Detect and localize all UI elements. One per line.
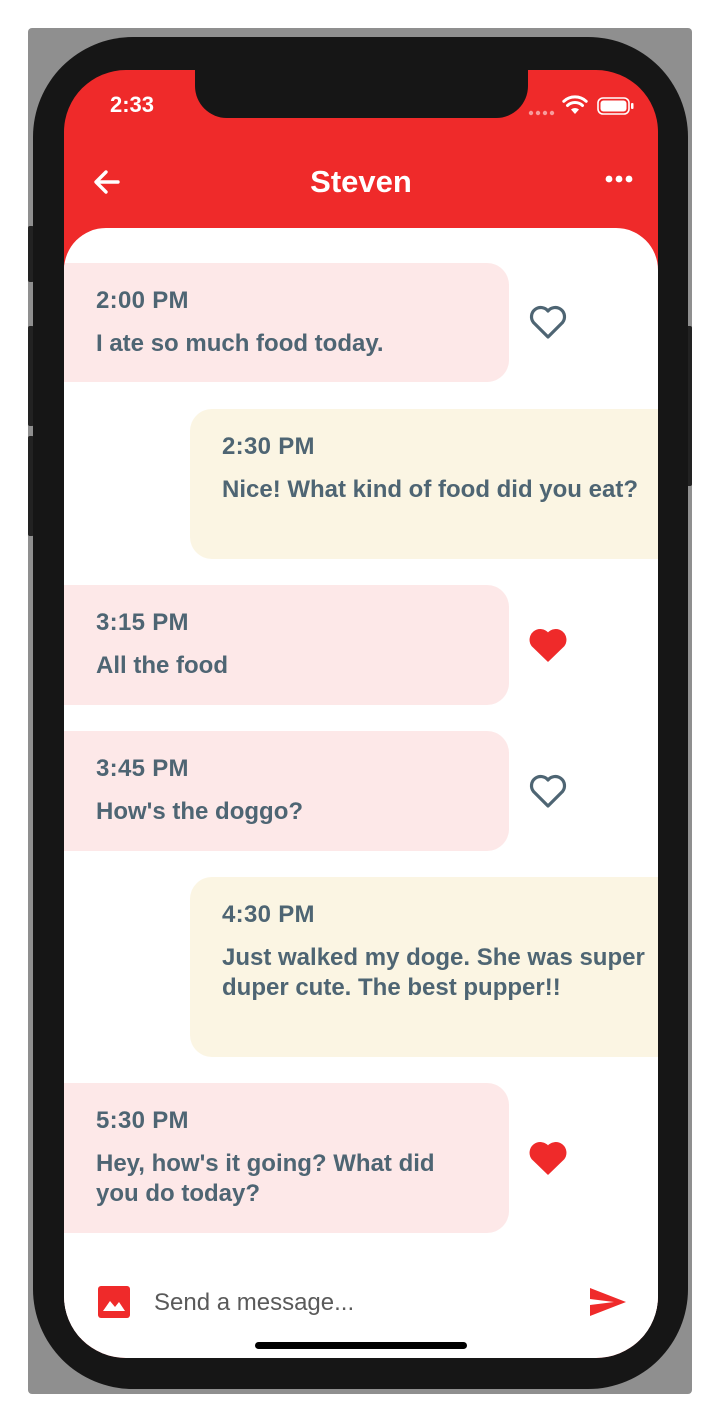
heart-outline-icon[interactable] (528, 772, 568, 810)
more-horizontal-icon[interactable] (604, 174, 634, 184)
heart-outline-icon[interactable] (528, 303, 568, 341)
message-text: All the food (96, 652, 228, 679)
message-time: 5:30 PM (96, 1107, 189, 1134)
message-time: 3:15 PM (96, 609, 189, 636)
message-text: Nice! What kind of food did you eat? (222, 476, 638, 503)
message-time: 3:45 PM (96, 755, 189, 782)
send-icon[interactable] (589, 1286, 627, 1318)
message-bubble-incoming: 3:15 PM All the food (64, 585, 509, 705)
message-bubble-incoming: 5:30 PM Hey, how's it going? What did yo… (64, 1083, 509, 1233)
message-text: I ate so much food today. (96, 330, 384, 357)
message-text: Hey, how's it going? What did you do tod… (96, 1150, 435, 1207)
wifi-icon (562, 95, 588, 114)
message-composer (64, 1268, 658, 1338)
heart-filled-icon[interactable] (528, 1139, 568, 1177)
screen: 2:33 Steven 2:00 PM I ate so much food t… (64, 70, 658, 1358)
message-time: 2:00 PM (96, 287, 189, 314)
app-bar: Steven (64, 150, 658, 220)
notch (195, 70, 528, 118)
image-icon[interactable] (98, 1286, 130, 1318)
heart-filled-icon[interactable] (528, 626, 568, 664)
message-input[interactable] (152, 1282, 556, 1324)
signal-icon (528, 110, 555, 116)
message-bubble-incoming: 2:00 PM I ate so much food today. (64, 263, 509, 382)
message-bubble-outgoing: 2:30 PM Nice! What kind of food did you … (190, 409, 658, 559)
message-time: 2:30 PM (222, 433, 315, 460)
message-bubble-incoming: 3:45 PM How's the doggo? (64, 731, 509, 851)
status-time: 2:33 (110, 92, 155, 117)
message-text: Just walked my doge. She was super duper… (222, 944, 645, 1001)
battery-icon (597, 97, 634, 115)
message-bubble-outgoing: 4:30 PM Just walked my doge. She was sup… (190, 877, 658, 1057)
message-time: 4:30 PM (222, 901, 315, 928)
page-title: Steven (310, 164, 412, 199)
message-text: How's the doggo? (96, 798, 304, 825)
home-indicator (255, 1342, 467, 1349)
message-list[interactable]: 2:00 PM I ate so much food today. 2:30 P… (64, 228, 658, 1358)
